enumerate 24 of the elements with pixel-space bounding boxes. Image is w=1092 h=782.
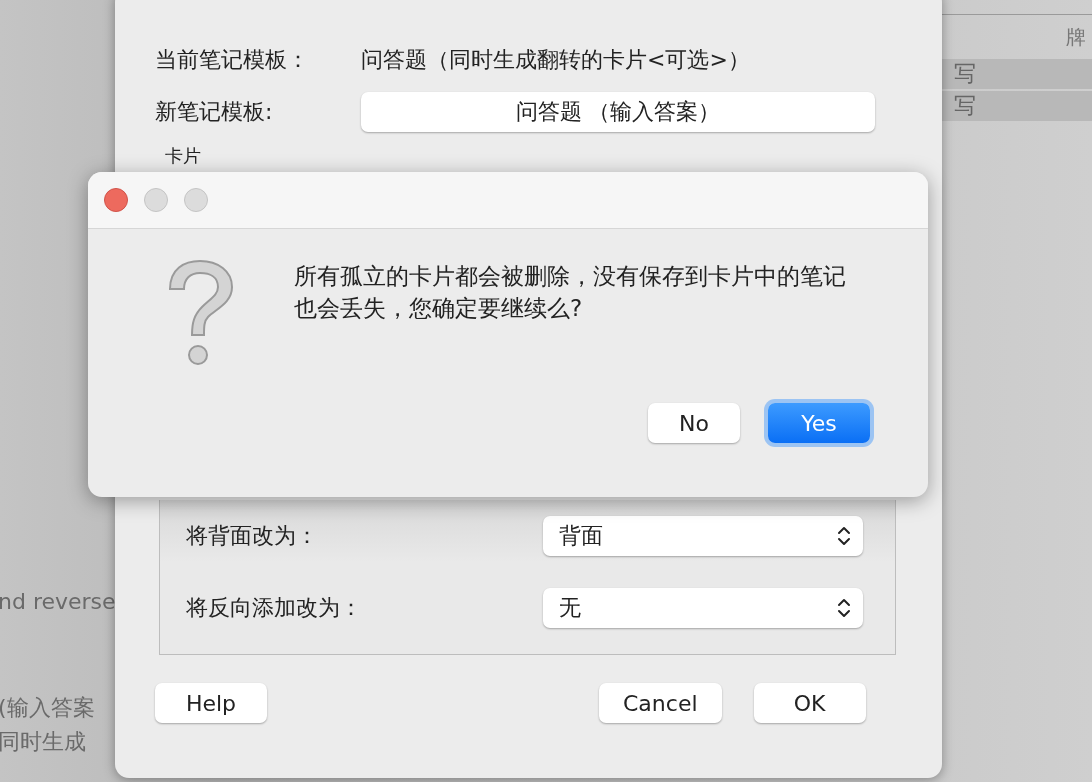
- table-row: 写: [942, 91, 1092, 121]
- section-label: 卡片: [165, 144, 202, 168]
- field-value: 问答题（同时生成翻转的卡片<可选>）: [361, 46, 750, 74]
- popup-button[interactable]: 无: [543, 588, 863, 628]
- list-item: nd reverse: [0, 588, 116, 616]
- field-label: 当前笔记模板：: [155, 46, 310, 74]
- field-label: 新笔记模板:: [155, 98, 274, 126]
- alert-message: 所有孤立的卡片都会被删除，没有保存到卡片中的笔记也会丢失，您确定要继续么?: [294, 262, 847, 323]
- table-row: 写: [942, 59, 1092, 89]
- minimize-icon[interactable]: [144, 188, 168, 212]
- alert-button[interactable]: No: [648, 403, 740, 443]
- chevrons-icon: [837, 597, 851, 619]
- zoom-icon[interactable]: [184, 188, 208, 212]
- list-item: (输入答案: [0, 694, 96, 722]
- dialog-button[interactable]: Help: [155, 683, 267, 723]
- dialog-button[interactable]: OK: [753, 683, 866, 723]
- popup-button[interactable]: 背面: [543, 516, 863, 556]
- mapping-label: 将背面改为：: [186, 522, 318, 550]
- mapping-label: 将反向添加改为：: [186, 594, 362, 622]
- dialog-button[interactable]: Cancel: [599, 683, 722, 723]
- note-type-button[interactable]: 问答题 （输入答案）: [361, 92, 875, 132]
- close-icon[interactable]: [104, 188, 128, 212]
- list-item: 同时生成: [0, 728, 87, 756]
- chevrons-icon: [837, 525, 851, 547]
